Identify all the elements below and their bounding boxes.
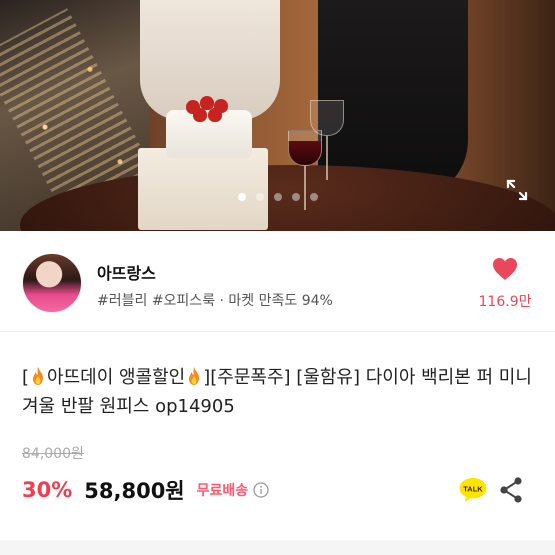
photo-strawberry — [193, 108, 207, 122]
heart-icon[interactable] — [492, 257, 518, 281]
seller-avatar[interactable] — [22, 253, 82, 313]
discount-rate: 30% — [22, 478, 73, 502]
talk-label: TALK — [463, 485, 483, 494]
carousel-dot[interactable] — [291, 193, 300, 201]
price-row: 30% 58,800원 무료배송 — [22, 475, 269, 505]
like-count: 116.9만 — [478, 294, 532, 310]
title-text: [ — [22, 367, 30, 388]
share-icon[interactable] — [498, 476, 524, 504]
title-text: 아뜨데이 앵콜할인 — [47, 367, 186, 388]
photo-wine-glass — [310, 80, 344, 190]
carousel-dot[interactable] — [237, 193, 246, 201]
product-detail-page: 아뜨랑스 #러블리 #오피스룩 · 마켓 만족도 94% 116.9만 [ 아뜨데… — [0, 0, 555, 555]
shipping-badge: 무료배송 — [196, 483, 249, 499]
like-button[interactable]: 116.9만 — [470, 257, 540, 311]
seller-info[interactable]: 아뜨랑스 #러블리 #오피스룩 · 마켓 만족도 94% 116.9만 — [0, 231, 555, 331]
carousel-indicator — [0, 193, 555, 201]
photo-cake-box — [138, 148, 268, 230]
section-divider — [0, 331, 555, 332]
photo-strawberry — [208, 108, 222, 122]
fire-icon — [189, 367, 200, 385]
carousel-dot[interactable] — [273, 193, 282, 201]
carousel-dot[interactable] — [309, 193, 318, 201]
seller-meta: #러블리 #오피스룩 · 마켓 만족도 94% — [97, 293, 333, 309]
carousel-dot[interactable] — [255, 193, 264, 201]
sale-price: 58,800원 — [84, 479, 185, 503]
kakao-talk-button[interactable]: TALK — [458, 476, 488, 504]
seller-name[interactable]: 아뜨랑스 — [97, 260, 156, 284]
expand-icon[interactable] — [505, 178, 529, 202]
original-price: 84,000원 — [22, 446, 84, 462]
info-icon[interactable] — [253, 482, 269, 498]
bottom-spacer — [0, 540, 555, 555]
product-image-carousel[interactable] — [0, 0, 555, 231]
fire-icon — [33, 367, 44, 385]
product-title: [아뜨데이 앵콜할인][주문폭주] [울함유] 다이아 백리본 퍼 미니 겨울 … — [22, 363, 537, 421]
